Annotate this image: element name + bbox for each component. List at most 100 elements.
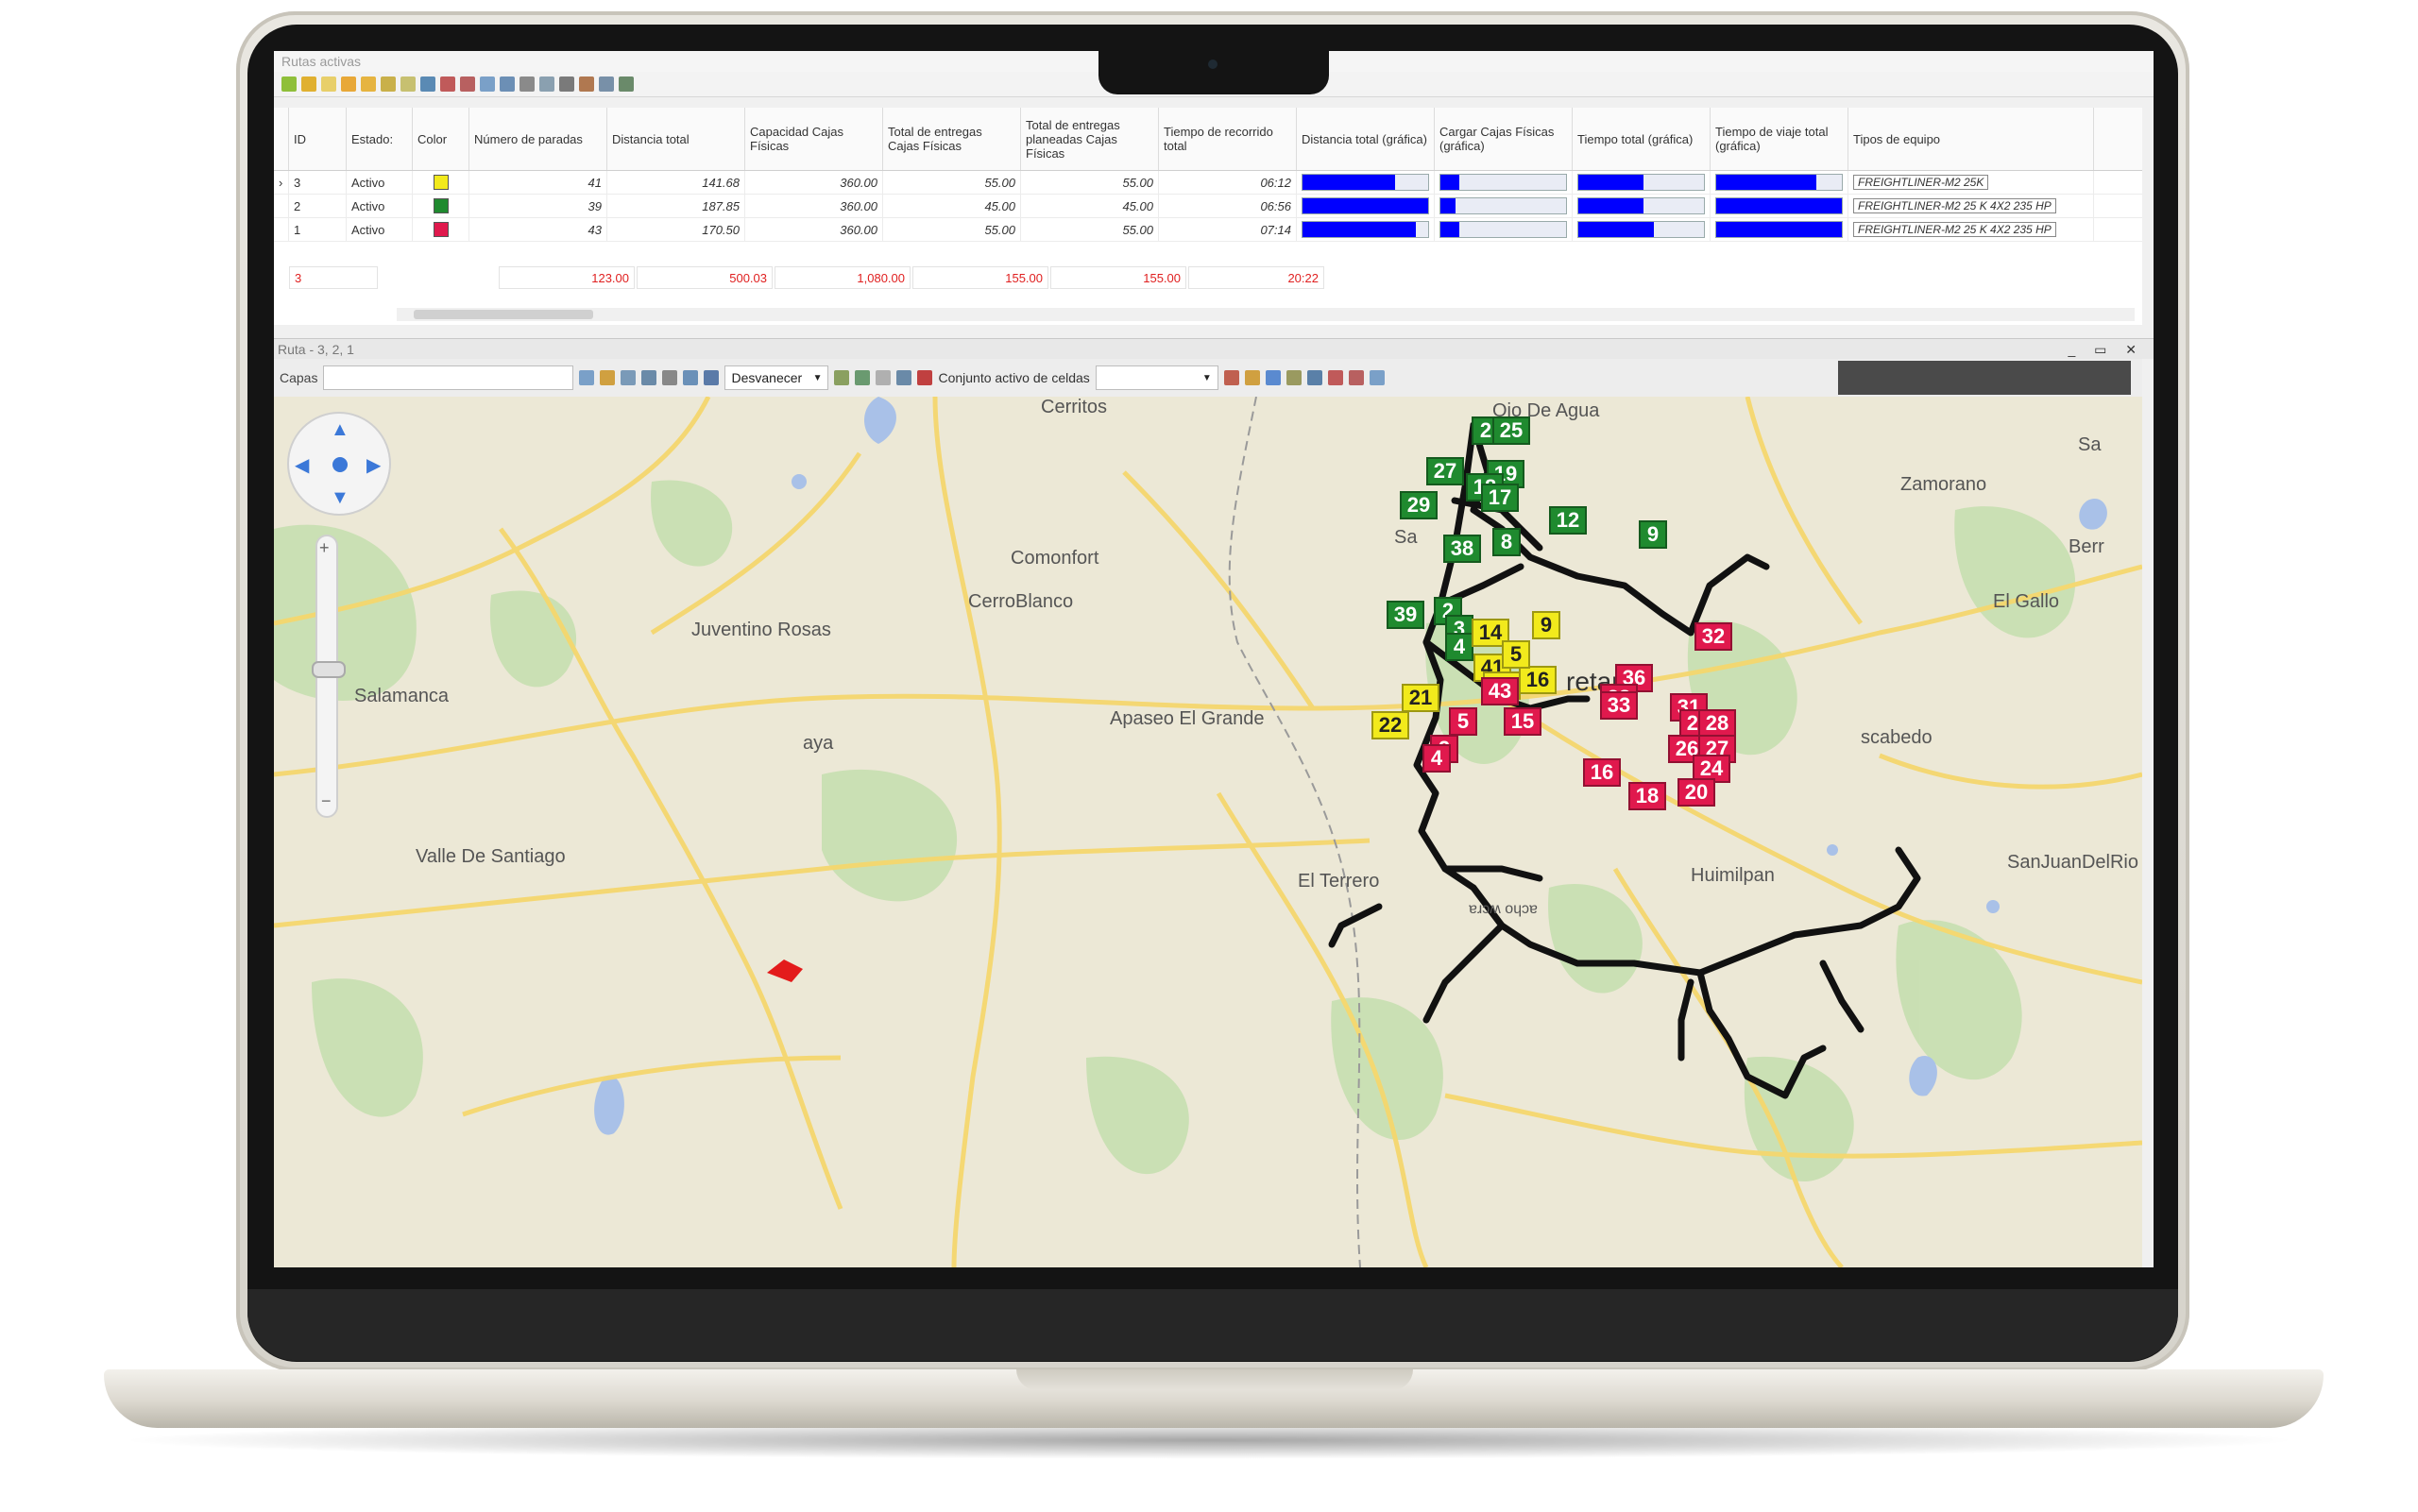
col-id[interactable]: ID xyxy=(289,108,347,170)
link-icon[interactable] xyxy=(619,76,634,92)
sequence-icon[interactable] xyxy=(480,76,495,92)
export-icon[interactable] xyxy=(599,76,614,92)
grid-view-icon[interactable] xyxy=(621,370,637,385)
add-route-icon[interactable] xyxy=(281,76,297,92)
text-icon[interactable] xyxy=(559,76,574,92)
table-map-icon[interactable] xyxy=(1327,370,1343,385)
stop-marker-red[interactable]: 28 xyxy=(1698,708,1736,738)
cell-id: 2 xyxy=(289,195,347,217)
cells-combo[interactable]: ▼ xyxy=(1095,365,1218,390)
stop-marker-green[interactable]: 39 xyxy=(1387,601,1424,630)
stop-marker-red[interactable]: 18 xyxy=(1628,781,1666,810)
edit-route-icon[interactable] xyxy=(301,76,316,92)
paste-icon[interactable] xyxy=(341,76,356,92)
col-distancia[interactable]: Distancia total xyxy=(607,108,745,170)
col-viaje-grafica[interactable]: Tiempo de viaje total (gráfica) xyxy=(1711,108,1848,170)
table-split-map-icon[interactable] xyxy=(1348,370,1364,385)
pan-control[interactable]: ▲ ◀ ▶ ▼ xyxy=(287,412,391,516)
lasso-icon[interactable] xyxy=(1244,370,1260,385)
col-equipo[interactable]: Tipos de equipo xyxy=(1848,108,2094,170)
stop-marker-yellow[interactable]: 9 xyxy=(1532,610,1560,639)
sequence-down-icon[interactable] xyxy=(500,76,515,92)
stop-marker-yellow[interactable]: 21 xyxy=(1402,683,1439,712)
zoom-out-icon[interactable]: − xyxy=(321,791,332,811)
stop-marker-red[interactable]: 4 xyxy=(1422,744,1451,773)
table-row[interactable]: › 3 Activo 41 141.68 360.00 55.00 55.00 06:12 FRE… xyxy=(274,171,2142,195)
map-view[interactable]: Cerritos Ojo De Agua Sa Zamorano Sa Como… xyxy=(274,397,2142,1267)
stop-marker-green[interactable]: 17 xyxy=(1481,483,1519,512)
settings-icon[interactable] xyxy=(519,76,535,92)
stop-marker-red[interactable]: 33 xyxy=(1600,691,1638,720)
pin-icon[interactable] xyxy=(539,76,554,92)
col-entregas[interactable]: Total de entregas Cajas Físicas xyxy=(883,108,1021,170)
truck-map-icon[interactable] xyxy=(1306,370,1322,385)
stop-marker-red[interactable]: 20 xyxy=(1677,777,1715,807)
truck-icon[interactable] xyxy=(420,76,435,92)
stop-marker-red[interactable]: 32 xyxy=(1694,622,1732,652)
table-row[interactable]: 2 Activo 39 187.85 360.00 45.00 45.00 06:56 FREI… xyxy=(274,195,2142,218)
col-paradas[interactable]: Número de paradas xyxy=(469,108,607,170)
window-icon[interactable] xyxy=(683,370,699,385)
print-icon[interactable] xyxy=(662,370,678,385)
layer-icon[interactable] xyxy=(600,370,616,385)
check-dropdown-icon[interactable] xyxy=(400,76,416,92)
col-carga-grafica[interactable]: Cargar Cajas Físicas (gráfica) xyxy=(1435,108,1573,170)
col-tiempo[interactable]: Tiempo de recorrido total xyxy=(1159,108,1297,170)
pan-left-icon[interactable]: ◀ xyxy=(295,453,309,477)
stop-marker-red[interactable]: 15 xyxy=(1504,706,1541,736)
filter-icon[interactable] xyxy=(876,370,892,385)
stop-marker-green[interactable]: 9 xyxy=(1639,520,1667,550)
table-columns-icon[interactable] xyxy=(896,370,912,385)
stop-marker-red[interactable]: 43 xyxy=(1481,677,1519,706)
window-buttons[interactable]: _ ▭ ✕ xyxy=(2068,339,2144,360)
stop-marker-green[interactable]: 29 xyxy=(1400,490,1438,519)
table-split-icon[interactable] xyxy=(460,76,475,92)
stop-marker-yellow[interactable]: 16 xyxy=(1519,665,1557,694)
fade-select-value: Desvanecer xyxy=(731,370,803,385)
layers-label[interactable]: Capas xyxy=(280,370,317,385)
expand-icon[interactable] xyxy=(641,370,657,385)
stop-marker-green[interactable]: 12 xyxy=(1549,506,1587,535)
col-color[interactable]: Color xyxy=(413,108,469,170)
edit-map-icon[interactable] xyxy=(834,370,850,385)
stop-marker-green[interactable]: 38 xyxy=(1443,534,1481,563)
check-icon[interactable] xyxy=(381,76,396,92)
stop-marker-green[interactable]: 27 xyxy=(1426,457,1464,486)
stop-marker-red[interactable]: 5 xyxy=(1449,706,1477,736)
horizontal-scrollbar[interactable] xyxy=(397,308,2135,321)
layers-combo[interactable] xyxy=(323,365,574,390)
pan-down-icon[interactable]: ▼ xyxy=(331,487,349,509)
stop-marker-yellow[interactable]: 5 xyxy=(1502,639,1530,669)
wand-icon[interactable] xyxy=(1286,370,1302,385)
sequence-map-icon[interactable] xyxy=(1369,370,1385,385)
layer-list-icon[interactable] xyxy=(579,370,595,385)
scrollbar-thumb[interactable] xyxy=(414,310,593,319)
stop-marker-red[interactable]: 16 xyxy=(1583,757,1621,787)
stop-marker-green[interactable]: 25 xyxy=(1492,416,1530,445)
pan-up-icon[interactable]: ▲ xyxy=(331,419,349,441)
locate-icon[interactable] xyxy=(1265,370,1281,385)
save-icon[interactable] xyxy=(704,370,720,385)
map-grid-icon[interactable] xyxy=(1223,370,1239,385)
col-capacidad[interactable]: Capacidad Cajas Físicas xyxy=(745,108,883,170)
table-icon[interactable] xyxy=(440,76,455,92)
check-map-icon[interactable] xyxy=(855,370,871,385)
zoom-in-icon[interactable]: + xyxy=(319,538,330,558)
zoom-slider[interactable]: + − xyxy=(312,535,346,818)
stop-marker-green[interactable]: 4 xyxy=(1445,632,1473,661)
stop-marker-green[interactable]: 8 xyxy=(1492,528,1521,557)
pan-right-icon[interactable]: ▶ xyxy=(366,453,381,477)
zoom-handle[interactable] xyxy=(312,661,346,678)
merge-icon[interactable] xyxy=(579,76,594,92)
stop-marker-yellow[interactable]: 22 xyxy=(1371,710,1409,739)
col-dist-grafica[interactable]: Distancia total (gráfica) xyxy=(1297,108,1435,170)
pan-center-icon[interactable] xyxy=(332,457,348,472)
col-estado[interactable]: Estado: xyxy=(347,108,413,170)
copy-icon[interactable] xyxy=(321,76,336,92)
col-planeadas[interactable]: Total de entregas planeadas Cajas Física… xyxy=(1021,108,1159,170)
folder-icon[interactable] xyxy=(361,76,376,92)
fade-select[interactable]: Desvanecer ▼ xyxy=(724,365,829,390)
table-row[interactable]: 1 Activo 43 170.50 360.00 55.00 55.00 07:14 FREI… xyxy=(274,218,2142,242)
col-tiempo-grafica[interactable]: Tiempo total (gráfica) xyxy=(1573,108,1711,170)
b0-icon[interactable] xyxy=(917,370,933,385)
